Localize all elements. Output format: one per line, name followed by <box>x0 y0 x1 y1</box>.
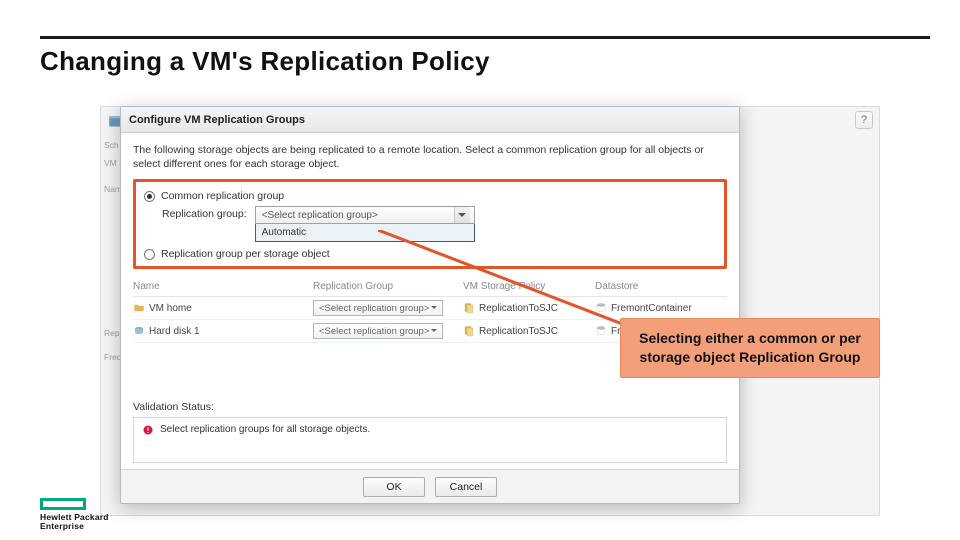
row-rg-value: <Select replication group> <box>319 303 429 314</box>
callout-box: Selecting either a common or per storage… <box>620 318 880 378</box>
bg-label: Sch <box>104 140 119 150</box>
radio-icon <box>144 191 155 202</box>
row-rg-select[interactable]: <Select replication group> <box>313 323 443 339</box>
disk-icon <box>133 325 145 337</box>
bg-label: Rep <box>104 328 120 338</box>
row-rg-value: <Select replication group> <box>319 326 429 337</box>
col-rg: Replication Group <box>313 281 463 292</box>
col-datastore: Datastore <box>595 281 727 292</box>
radio-label: Common replication group <box>161 190 284 202</box>
ok-button[interactable]: OK <box>363 477 425 497</box>
objects-table-header: Name Replication Group VM Storage Policy… <box>133 277 727 297</box>
callout-text: Selecting either a common or per storage… <box>639 330 861 365</box>
help-icon[interactable]: ? <box>855 111 873 129</box>
modal-title: Configure VM Replication Groups <box>129 114 305 126</box>
rg-select-label: Replication group: <box>162 206 247 220</box>
hpe-logo: Hewlett Packard Enterprise <box>40 498 109 531</box>
modal-titlebar: Configure VM Replication Groups <box>121 107 739 133</box>
rule-top <box>40 36 930 39</box>
row-name: Hard disk 1 <box>149 326 200 337</box>
rg-select-dropdown: Automatic <box>255 224 475 242</box>
modal-body: The following storage objects are being … <box>121 133 739 469</box>
row-policy: ReplicationToSJC <box>479 326 558 337</box>
radio-common-group[interactable]: Common replication group <box>144 190 716 202</box>
chevron-down-icon <box>429 301 439 315</box>
hpe-bar-icon <box>40 498 86 510</box>
radio-per-object[interactable]: Replication group per storage object <box>144 248 716 260</box>
datastore-icon <box>595 302 607 314</box>
row-datastore: FremontContainer <box>611 303 692 314</box>
row-rg-select[interactable]: <Select replication group> <box>313 300 443 316</box>
modal-intro-text: The following storage objects are being … <box>133 143 727 171</box>
policy-icon <box>463 325 475 337</box>
row-name: VM home <box>149 303 192 314</box>
validation-box: Select replication groups for all storag… <box>133 417 727 463</box>
rg-option-automatic[interactable]: Automatic <box>256 224 474 241</box>
folder-icon <box>133 302 145 314</box>
modal-footer: OK Cancel <box>121 469 739 503</box>
bg-label: Freq <box>104 352 121 362</box>
error-icon <box>142 424 154 436</box>
datastore-icon <box>595 325 607 337</box>
configure-replication-modal: Configure VM Replication Groups The foll… <box>120 106 740 504</box>
rg-select-value: <Select replication group> <box>262 210 378 221</box>
replication-group-choice-highlight: Common replication group Replication gro… <box>133 179 727 269</box>
table-row: VM home <Select replication group> Repli… <box>133 297 727 320</box>
cancel-button[interactable]: Cancel <box>435 477 497 497</box>
validation-label: Validation Status: <box>133 401 727 413</box>
col-name: Name <box>133 281 313 292</box>
rg-select[interactable]: <Select replication group> <box>255 206 475 224</box>
row-policy: ReplicationToSJC <box>479 303 558 314</box>
page-title: Changing a VM's Replication Policy <box>40 46 490 77</box>
radio-icon <box>144 249 155 260</box>
validation-message: Select replication groups for all storag… <box>160 424 370 435</box>
hpe-text-2: Enterprise <box>40 522 109 531</box>
policy-icon <box>463 302 475 314</box>
col-policy: VM Storage Policy <box>463 281 595 292</box>
chevron-down-icon <box>429 324 439 338</box>
radio-label: Replication group per storage object <box>161 248 330 260</box>
chevron-down-icon <box>454 207 470 223</box>
